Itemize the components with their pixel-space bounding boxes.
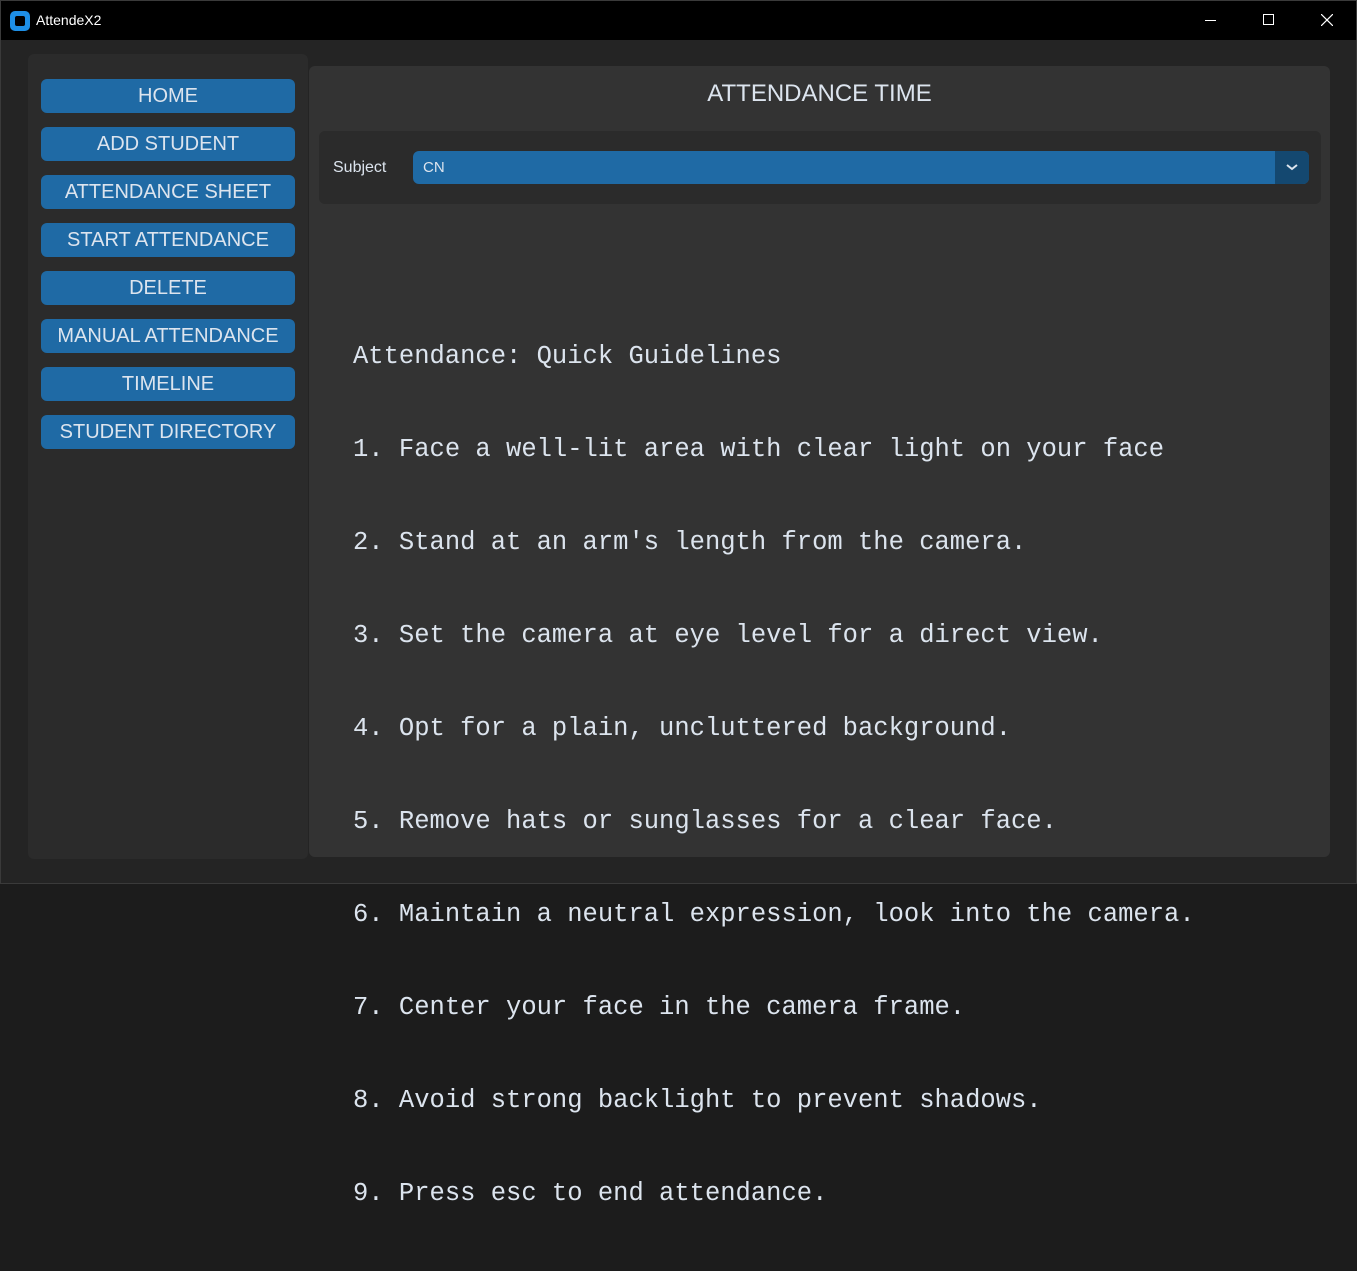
guideline-item: 7. Center your face in the camera frame.	[353, 993, 966, 1022]
guideline-item: 5. Remove hats or sunglasses for a clear…	[353, 807, 1057, 836]
subject-dropdown-button[interactable]	[1275, 151, 1309, 184]
guidelines-heading: Attendance: Quick Guidelines	[353, 342, 782, 371]
start-attendance-button[interactable]: START ATTENDANCE	[41, 223, 295, 257]
minimize-button[interactable]	[1182, 1, 1240, 40]
add-student-button[interactable]: ADD STUDENT	[41, 127, 295, 161]
client-area: HOME ADD STUDENT ATTENDANCE SHEET START …	[1, 40, 1356, 1208]
main-panel: ATTENDANCE TIME Subject CN Attendance: Q…	[309, 66, 1330, 1208]
guidelines-text: Attendance: Quick Guidelines 1. Face a w…	[353, 279, 1195, 1271]
attendance-sheet-button[interactable]: ATTENDANCE SHEET	[41, 175, 295, 209]
sidebar: HOME ADD STUDENT ATTENDANCE SHEET START …	[28, 54, 308, 859]
subject-label: Subject	[333, 159, 387, 176]
guideline-item: 6. Maintain a neutral expression, look i…	[353, 900, 1195, 929]
title-bar[interactable]: AttendeX2	[1, 1, 1356, 40]
subject-dropdown[interactable]: CN	[413, 151, 1309, 184]
guideline-item: 3. Set the camera at eye level for a dir…	[353, 621, 1103, 650]
home-button[interactable]: HOME	[41, 79, 295, 113]
timeline-button[interactable]: TIMELINE	[41, 367, 295, 401]
subject-frame: Subject CN	[319, 131, 1321, 204]
maximize-button[interactable]	[1240, 1, 1298, 40]
window-title: AttendeX2	[36, 12, 102, 28]
subject-selected-value: CN	[423, 159, 445, 176]
app-icon	[10, 11, 30, 31]
maximize-icon	[1263, 14, 1274, 25]
student-directory-button[interactable]: STUDENT DIRECTORY	[41, 415, 295, 449]
close-button[interactable]	[1298, 1, 1356, 40]
page-title: ATTENDANCE TIME	[707, 80, 932, 107]
delete-button[interactable]: DELETE	[41, 271, 295, 305]
chevron-down-icon	[1286, 164, 1298, 171]
guideline-item: 8. Avoid strong backlight to prevent sha…	[353, 1086, 1042, 1115]
app-window: AttendeX2 HOME ADD STUDENT ATTENDANCE SH…	[0, 0, 1357, 1208]
close-icon	[1321, 14, 1333, 26]
guideline-item: 2. Stand at an arm's length from the cam…	[353, 528, 1027, 557]
guideline-item: 4. Opt for a plain, uncluttered backgrou…	[353, 714, 1012, 743]
guideline-item: 9. Press esc to end attendance.	[353, 1179, 828, 1208]
manual-attendance-button[interactable]: MANUAL ATTENDANCE	[41, 319, 295, 353]
minimize-icon	[1205, 20, 1216, 21]
guideline-item: 1. Face a well-lit area with clear light…	[353, 435, 1165, 464]
